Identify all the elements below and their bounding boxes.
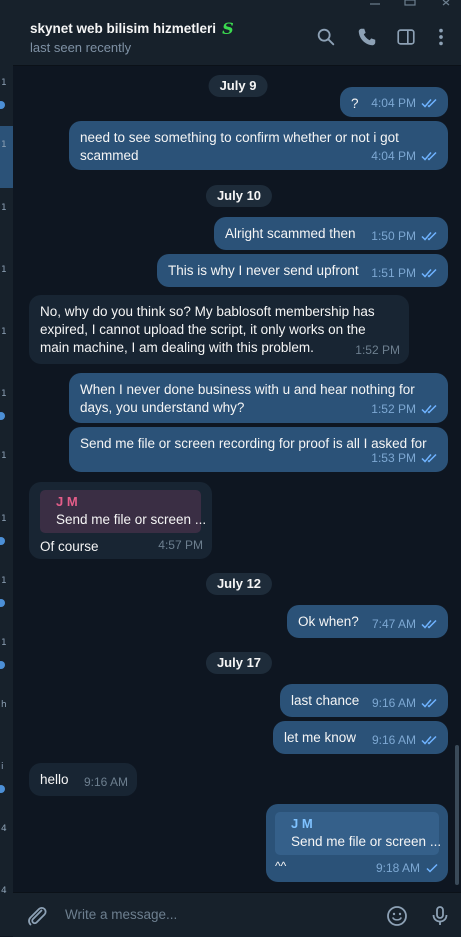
chat-header[interactable]: skynet web bilisim hizmetleri S last see…: [13, 0, 461, 66]
reply-text: Send me file or screen ...: [56, 512, 207, 527]
unread-dot: [0, 599, 5, 607]
double-check-icon: [421, 619, 437, 629]
message-time: 1:53 PM: [371, 451, 416, 465]
phone-icon[interactable]: [356, 26, 378, 48]
chat-list-mark: 1: [1, 140, 7, 150]
reply-author: J M: [56, 494, 78, 509]
chat-list-mark: i: [1, 762, 4, 772]
message-time: 9:16 AM: [371, 733, 416, 747]
unread-dot: [0, 101, 5, 109]
chat-list-mark: 1: [1, 327, 7, 337]
message-bubble-outgoing[interactable]: ? 4:04 PM: [340, 87, 448, 117]
reply-text: Send me file or screen ...: [291, 834, 442, 849]
message-time: 1:50 PM: [371, 229, 416, 243]
chat-list-mark: 1: [1, 389, 7, 399]
message-text: No, why do you think so? My bablosoft me…: [40, 304, 375, 355]
message-time: 1:52 PM: [355, 343, 400, 357]
emoji-icon[interactable]: [385, 904, 409, 928]
double-check-icon: [421, 735, 437, 745]
message-time: 1:51 PM: [371, 266, 416, 280]
date-separator: July 10: [205, 185, 273, 207]
chat-list-mark: h: [1, 700, 7, 710]
chat-list-mark: 1: [1, 451, 7, 461]
search-icon[interactable]: [315, 26, 337, 48]
double-check-icon: [421, 151, 437, 161]
message-composer[interactable]: Write a message...: [13, 892, 461, 937]
sidebar-toggle-icon[interactable]: [395, 26, 417, 48]
message-bubble-outgoing[interactable]: This is why I never send upfront 1:51 PM: [157, 254, 448, 287]
message-bubble-outgoing[interactable]: J M Send me file or screen ... ^^ 9:18 A…: [266, 804, 448, 882]
chat-list-mark: 1: [1, 576, 7, 586]
microphone-icon[interactable]: [428, 904, 452, 928]
message-bubble-outgoing[interactable]: Send me file or screen recording for pro…: [69, 427, 448, 472]
reply-quote[interactable]: J M Send me file or screen ...: [275, 812, 442, 855]
message-bubble-incoming[interactable]: No, why do you think so? My bablosoft me…: [29, 295, 409, 364]
selected-chat-highlight: [0, 126, 13, 188]
attach-icon[interactable]: [25, 904, 49, 928]
reply-quote[interactable]: J M Send me file or screen ...: [40, 490, 206, 533]
chat-list-edge: 1 1 1 1 1 1 1 1 1 1 h i 4 4: [0, 0, 13, 936]
last-seen-status: last seen recently: [30, 40, 132, 55]
chat-title[interactable]: skynet web bilisim hizmetleri: [30, 21, 216, 36]
message-time: 4:04 PM: [371, 149, 416, 163]
chat-list-mark: 1: [1, 78, 7, 88]
chat-list-mark: 1: [1, 203, 7, 213]
message-input[interactable]: Write a message...: [65, 907, 177, 922]
unread-dot: [0, 661, 5, 669]
date-separator: July 9: [208, 75, 268, 97]
message-time: 9:16 AM: [371, 696, 416, 710]
double-check-icon: [421, 98, 437, 108]
message-bubble-outgoing[interactable]: let me know 9:16 AM: [273, 721, 448, 754]
double-check-icon: [421, 268, 437, 278]
window-controls[interactable]: [365, 0, 461, 8]
scrollbar[interactable]: [455, 745, 459, 885]
message-time: 4:04 PM: [371, 96, 416, 110]
message-bubble-outgoing[interactable]: Ok when? 7:47 AM: [287, 605, 448, 638]
message-bubble-outgoing[interactable]: need to see something to confirm whether…: [69, 121, 448, 170]
message-bubble-outgoing[interactable]: When I never done business with u and he…: [69, 373, 448, 423]
message-time: 7:47 AM: [371, 617, 416, 631]
double-check-icon: [421, 404, 437, 414]
message-list[interactable]: July 9 ? 4:04 PM need to see something t…: [13, 66, 461, 892]
single-check-icon: [426, 863, 438, 873]
message-bubble-outgoing[interactable]: Alright scammed then 1:50 PM: [214, 217, 448, 250]
unread-dot: [0, 537, 5, 545]
date-separator: July 12: [205, 573, 273, 595]
chat-list-mark: 4: [1, 886, 7, 896]
double-check-icon: [421, 453, 437, 463]
chat-list-mark: 1: [1, 514, 7, 524]
message-bubble-incoming[interactable]: J M Send me file or screen ... Of course…: [29, 482, 212, 559]
unread-dot: [0, 412, 5, 420]
title-emoji: S: [222, 19, 234, 38]
more-vertical-icon[interactable]: [430, 26, 452, 48]
date-separator: July 17: [205, 652, 273, 674]
double-check-icon: [421, 231, 437, 241]
double-check-icon: [421, 698, 437, 708]
message-time: 9:18 AM: [375, 861, 420, 875]
chat-list-mark: 4: [1, 824, 7, 834]
reply-author: J M: [291, 816, 313, 831]
message-bubble-incoming[interactable]: hello 9:16 AM: [29, 763, 137, 796]
message-time: 9:16 AM: [83, 775, 128, 789]
chat-list-mark: 1: [1, 638, 7, 648]
message-time: 1:52 PM: [371, 402, 416, 416]
message-bubble-outgoing[interactable]: last chance 9:16 AM: [280, 684, 448, 717]
unread-dot: [0, 785, 5, 793]
message-time: 4:57 PM: [158, 538, 203, 552]
chat-list-mark: 1: [1, 265, 7, 275]
